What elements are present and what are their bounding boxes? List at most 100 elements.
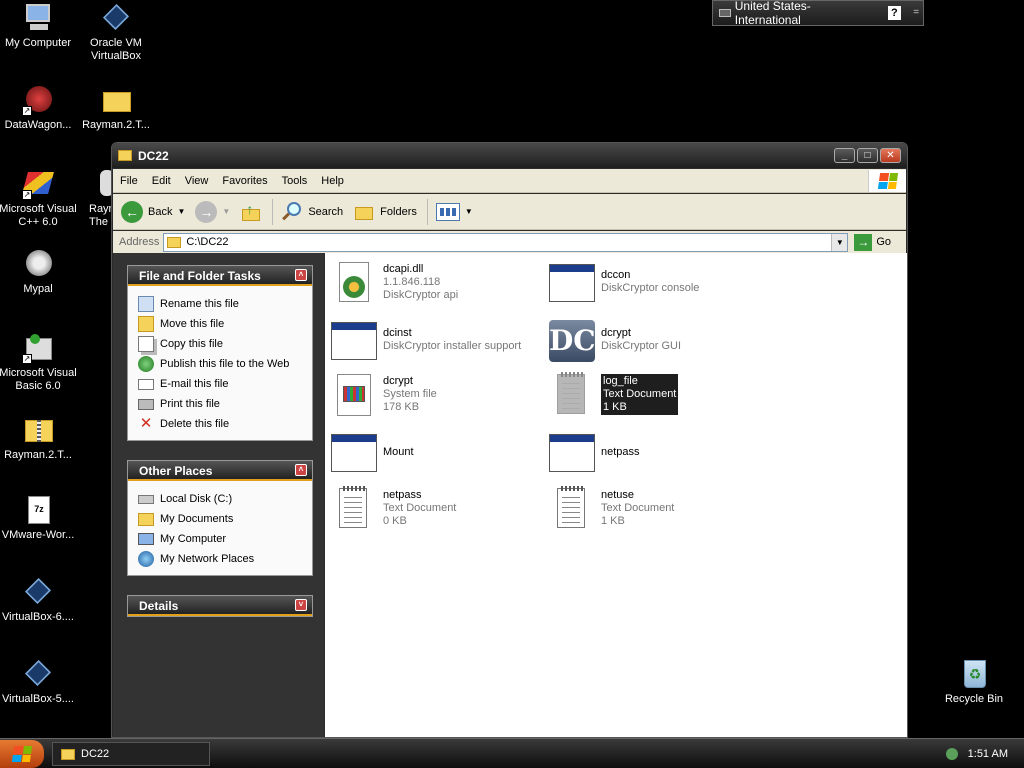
place-my-documents-label: My Documents [160,513,234,525]
file-name: netpass [383,488,422,501]
place-my-documents[interactable]: My Documents [138,509,312,529]
desktop-icon-rayman[interactable]: Raym The [76,168,112,229]
menu-edit[interactable]: Edit [145,175,178,187]
task-email-label: E-mail this file [160,378,229,390]
task-pane: File and Folder Tasks ˄ Rename this file… [113,253,324,737]
clock[interactable]: 1:51 AM [968,748,1008,760]
back-button[interactable]: ← Back ▼ [121,200,185,223]
desktop-icon-virtualbox-5[interactable]: VirtualBox-5.... [0,658,80,706]
diskcryptor-icon: DC [547,316,596,364]
desktop-icon-rayman-folder[interactable]: Rayman.2.T... [74,84,158,132]
menu-file[interactable]: File [113,175,145,187]
views-button[interactable]: ▼ [435,202,473,221]
desktop-icon-my-computer[interactable]: My Computer [0,2,80,50]
file-item-netpass-app[interactable]: netpass [547,427,757,477]
system-tray: 1:51 AM [932,740,1024,768]
close-button[interactable]: ✕ [880,148,901,163]
task-rename-label: Rename this file [160,298,239,310]
tray-network-icon[interactable] [945,748,958,760]
menu-help[interactable]: Help [314,175,351,187]
file-item-log-file[interactable]: log_file Text Document 1 KB [547,369,757,419]
back-dropdown-icon[interactable]: ▼ [177,207,185,216]
task-copy[interactable]: Copy this file [138,334,312,354]
file-type: Text Document [603,387,677,400]
forward-dropdown-icon[interactable]: ▼ [222,207,230,216]
langbar-minimize-icon[interactable]: = [913,8,923,18]
task-delete[interactable]: ✕ Delete this file [138,414,312,434]
views-dropdown-icon[interactable]: ▼ [465,207,473,216]
dll-icon [329,258,377,306]
virtualbox-icon [100,2,132,34]
forward-button[interactable]: → ▼ [195,200,230,223]
minimize-button[interactable]: _ [834,148,855,163]
task-move[interactable]: Move this file [138,314,312,334]
desktop-icon-recycle-bin[interactable]: ♻ Recycle Bin [932,658,1016,706]
title-bar[interactable]: DC22 _ □ ✕ [112,143,907,168]
expand-icon[interactable]: ˅ [295,599,307,611]
task-rename[interactable]: Rename this file [138,294,312,314]
file-name: dcrypt [383,374,413,387]
desktop-icon-virtualbox[interactable]: Oracle VM VirtualBox [74,2,158,63]
desktop-icon-visual-basic[interactable]: ↗ Microsoft Visual Basic 6.0 [0,332,80,393]
help-icon[interactable]: ? [887,6,902,20]
my-computer-icon [22,2,54,34]
text-document-icon [547,370,595,418]
file-description: DiskCryptor installer support [383,340,522,352]
file-item-dccon[interactable]: dccon DiskCryptor console [547,257,757,307]
file-item-dcrypt-gui[interactable]: DC dcrypt DiskCryptor GUI [547,315,757,365]
search-button[interactable]: Search [281,201,343,223]
desktop-icon-vmware[interactable]: 7z VMware-Wor... [0,494,80,542]
file-item-dcrypt-sys[interactable]: dcrypt System file 178 KB [329,369,539,419]
file-description: DiskCryptor GUI [601,340,682,352]
text-document-icon [329,484,377,532]
views-icon [435,202,460,221]
file-item-mount[interactable]: Mount [329,427,539,477]
task-publish[interactable]: Publish this file to the Web [138,354,312,374]
go-button[interactable]: → Go [854,233,891,251]
address-input[interactable]: C:\DC22 ▼ [163,232,849,252]
place-local-disk[interactable]: Local Disk (C:) [138,489,312,509]
desktop-icon-visual-cpp[interactable]: ↗ Microsoft Visual C++ 6.0 [0,168,80,229]
email-icon [138,378,154,390]
file-folder-tasks-header[interactable]: File and Folder Tasks ˄ [128,266,312,286]
file-item-dcapi-dll[interactable]: dcapi.dll 1.1.846.118 DiskCryptor api [329,257,539,307]
desktop-icon-mypal[interactable]: Mypal [0,248,80,296]
folders-button[interactable]: Folders [353,201,417,223]
file-item-netpass-txt[interactable]: netpass Text Document 0 KB [329,483,539,533]
task-email[interactable]: E-mail this file [138,374,312,394]
place-network[interactable]: My Network Places [138,549,312,569]
task-print[interactable]: Print this file [138,394,312,414]
start-button[interactable] [0,740,44,768]
back-arrow-icon: ← [121,200,143,223]
collapse-icon[interactable]: ˄ [295,464,307,476]
taskbar-button-dc22[interactable]: DC22 [52,742,210,766]
language-label[interactable]: United States-International [735,0,874,27]
file-item-dcinst[interactable]: dcinst DiskCryptor installer support [329,315,539,365]
desktop-icon-datawagon[interactable]: ↗ DataWagon... [0,84,80,132]
menu-favorites[interactable]: Favorites [215,175,274,187]
up-folder-button[interactable]: ↑ [240,201,262,223]
desktop-icon-virtualbox-6[interactable]: VirtualBox-6.... [0,576,80,624]
desktop-icon-rayman-zip[interactable]: Rayman.2.T... [0,414,80,462]
other-places-title: Other Places [139,464,213,478]
my-documents-icon [138,512,154,526]
menu-tools[interactable]: Tools [275,175,315,187]
language-bar[interactable]: United States-International ? = [712,0,924,27]
task-move-label: Move this file [160,318,225,330]
file-size: 1 KB [603,400,627,413]
other-places-header[interactable]: Other Places ˄ [128,461,312,481]
collapse-icon[interactable]: ˄ [295,269,307,281]
file-name: dcinst [383,327,412,339]
maximize-button[interactable]: □ [857,148,878,163]
menu-view[interactable]: View [178,175,216,187]
details-header[interactable]: Details ˅ [128,596,312,616]
file-name: Mount [383,445,414,458]
address-dropdown-icon[interactable]: ▼ [831,233,848,251]
delete-icon: ✕ [139,415,153,432]
system-file-icon [329,370,377,418]
file-name: netuse [601,488,635,501]
file-size: 0 KB [383,514,407,527]
file-item-netuse-txt[interactable]: netuse Text Document 1 KB [547,483,757,533]
place-my-computer[interactable]: My Computer [138,529,312,549]
keyboard-icon [719,9,731,17]
